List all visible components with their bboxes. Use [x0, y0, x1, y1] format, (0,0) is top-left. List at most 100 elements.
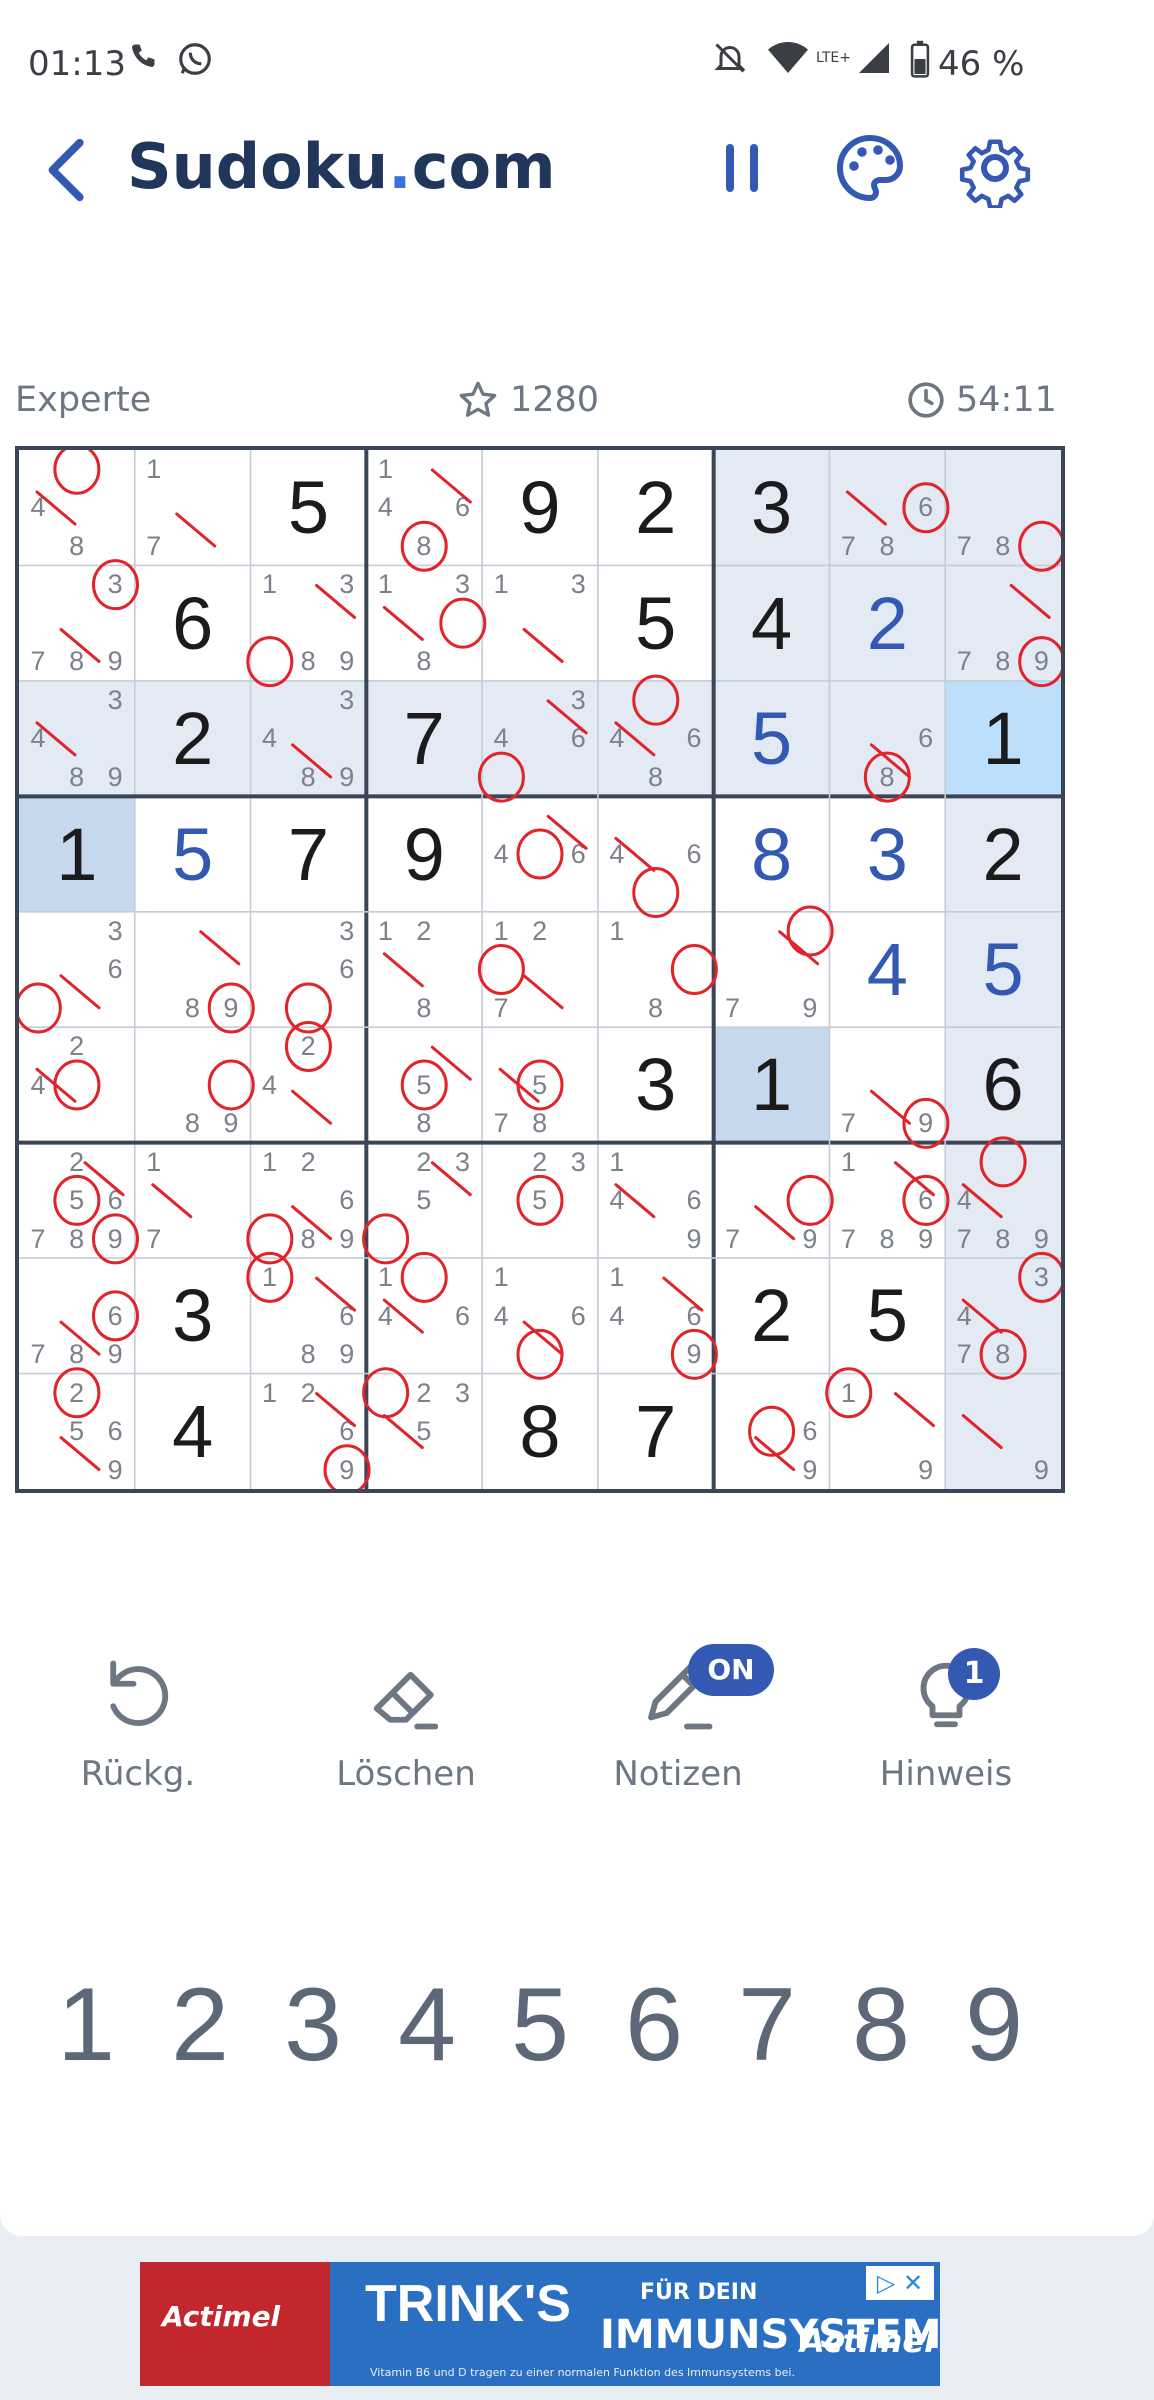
cell-r3-c1[interactable]: 3 489: [19, 680, 135, 797]
cell-r1-c9[interactable]: 78: [945, 450, 1061, 566]
cell-r7-c6[interactable]: 1 4 6 9: [598, 1143, 714, 1258]
cell-r9-c2[interactable]: 4: [135, 1374, 251, 1489]
cell-r5-c2[interactable]: 89: [135, 912, 251, 1027]
cell-r8-c9[interactable]: 3 4 78: [945, 1258, 1061, 1374]
cell-r9-c5[interactable]: 8: [482, 1374, 598, 1489]
cell-r8-c2[interactable]: 3: [135, 1258, 251, 1373]
cell-r1-c3[interactable]: 5: [251, 450, 367, 565]
key-4[interactable]: 4: [377, 1960, 477, 2090]
cell-r4-c2[interactable]: 5: [135, 796, 251, 911]
cell-r2-c6[interactable]: 5: [598, 565, 714, 680]
cell-r8-c6[interactable]: 1 4 6 9: [598, 1258, 714, 1373]
cell-r3-c8[interactable]: 68: [829, 680, 946, 797]
cell-r3-c5[interactable]: 3 4 6: [482, 680, 598, 797]
cell-r6-c3[interactable]: 24: [251, 1027, 367, 1142]
cell-r5-c3[interactable]: 36: [251, 912, 367, 1027]
cell-r9-c9[interactable]: 9: [945, 1373, 1061, 1489]
cell-r3-c2[interactable]: 2: [134, 680, 251, 797]
cell-r5-c9[interactable]: 5: [945, 911, 1061, 1028]
cell-r8-c8[interactable]: 5: [829, 1258, 945, 1373]
cell-r1-c8[interactable]: 6 78: [829, 450, 946, 566]
cell-r4-c1[interactable]: 1: [19, 796, 135, 912]
cell-r9-c1[interactable]: 2 56 9: [19, 1374, 135, 1489]
cell-r6-c1[interactable]: 24: [19, 1027, 135, 1142]
key-7[interactable]: 7: [717, 1960, 817, 2090]
cell-r4-c5[interactable]: 46: [482, 796, 598, 911]
cell-r2-c9[interactable]: 789: [945, 565, 1061, 681]
cell-r3-c7[interactable]: 5: [713, 680, 830, 797]
cell-r4-c3[interactable]: 7: [251, 796, 367, 911]
cell-r5-c5[interactable]: 12 7: [482, 912, 598, 1027]
cell-r7-c1[interactable]: 2 56 789: [19, 1143, 135, 1258]
cell-r2-c7[interactable]: 4: [713, 565, 830, 681]
ad-banner[interactable]: Actimel TRINK'S FÜR DEIN IMMUNSYSTEM Act…: [140, 2262, 940, 2386]
cell-r8-c4[interactable]: 1 4 6: [366, 1258, 482, 1373]
cell-r2-c4[interactable]: 1 3 8: [366, 565, 482, 680]
cell-r3-c6[interactable]: 4 68: [597, 680, 714, 797]
cell-r9-c3[interactable]: 126 9: [251, 1374, 367, 1489]
cell-r2-c1[interactable]: 3 789: [19, 565, 135, 680]
pause-button[interactable]: [702, 128, 782, 208]
cell-r6-c9[interactable]: 6: [945, 1027, 1061, 1143]
cell-r7-c7[interactable]: 79: [714, 1143, 830, 1258]
erase-button[interactable]: Löschen: [306, 1650, 506, 1794]
key-2[interactable]: 2: [150, 1960, 250, 2090]
cell-r4-c6[interactable]: 46: [598, 796, 714, 911]
back-button[interactable]: [40, 135, 100, 205]
cell-r1-c4[interactable]: 1 4 68: [366, 450, 482, 565]
cell-r7-c5[interactable]: 235: [482, 1143, 598, 1258]
cell-r6-c8[interactable]: 79: [829, 1027, 945, 1142]
cell-r4-c8[interactable]: 3: [829, 796, 945, 911]
cell-r9-c8[interactable]: 19: [829, 1374, 945, 1489]
cell-r6-c4[interactable]: 58: [366, 1027, 482, 1142]
cell-r2-c5[interactable]: 13: [482, 565, 598, 680]
ad-close-button[interactable]: ▷ ✕: [866, 2266, 934, 2300]
cell-r5-c8[interactable]: 4: [829, 912, 945, 1027]
key-9[interactable]: 9: [944, 1960, 1044, 2090]
cell-r4-c7[interactable]: 8: [714, 796, 830, 911]
cell-r5-c1[interactable]: 36: [19, 912, 135, 1027]
cell-r3-c4[interactable]: 7: [366, 680, 483, 797]
key-6[interactable]: 6: [604, 1960, 704, 2090]
undo-button[interactable]: Rückg.: [38, 1650, 238, 1794]
cell-r1-c2[interactable]: 17: [135, 450, 251, 565]
cell-r1-c6[interactable]: 2: [598, 450, 714, 565]
cell-r9-c4[interactable]: 235: [366, 1374, 482, 1489]
cell-r6-c2[interactable]: 89: [135, 1027, 251, 1142]
cell-r3-c9[interactable]: 1: [945, 680, 1061, 797]
cell-r9-c7[interactable]: 69: [714, 1374, 830, 1489]
cell-r5-c7[interactable]: 79: [714, 912, 830, 1027]
key-8[interactable]: 8: [831, 1960, 931, 2090]
key-1[interactable]: 1: [36, 1960, 136, 2090]
cell-r1-c7[interactable]: 3: [713, 450, 830, 566]
cell-r6-c7[interactable]: 1: [713, 1027, 830, 1143]
cell-r5-c4[interactable]: 12 8: [366, 912, 482, 1027]
key-5[interactable]: 5: [490, 1960, 590, 2090]
cell-r7-c9[interactable]: 4 789: [945, 1142, 1061, 1259]
hint-button[interactable]: Hinweis: [846, 1650, 1046, 1794]
cell-r2-c2[interactable]: 6: [135, 565, 251, 680]
cell-r1-c5[interactable]: 9: [482, 450, 598, 565]
palette-button[interactable]: [830, 128, 910, 208]
candidate-note: 6: [107, 1185, 123, 1216]
cell-r4-c9[interactable]: 2: [945, 796, 1061, 912]
cell-r7-c8[interactable]: 1 6 789: [829, 1143, 945, 1258]
cell-r5-c6[interactable]: 18: [598, 912, 714, 1027]
cell-r2-c3[interactable]: 1 3 89: [251, 565, 367, 680]
cell-r3-c3[interactable]: 3 489: [250, 680, 367, 797]
cell-r1-c1[interactable]: 48: [19, 450, 135, 565]
cell-r6-c5[interactable]: 578: [482, 1027, 598, 1142]
cell-r8-c1[interactable]: 6 789: [19, 1258, 135, 1373]
cell-r6-c6[interactable]: 3: [598, 1027, 714, 1142]
cell-r8-c5[interactable]: 1 4 6: [482, 1258, 598, 1373]
cell-r4-c4[interactable]: 9: [366, 796, 482, 911]
cell-r8-c7[interactable]: 2: [714, 1258, 830, 1373]
cell-r7-c4[interactable]: 235: [366, 1143, 482, 1258]
cell-r7-c2[interactable]: 17: [135, 1143, 251, 1258]
cell-r7-c3[interactable]: 12689: [251, 1143, 367, 1258]
cell-r9-c6[interactable]: 7: [598, 1374, 714, 1489]
cell-r2-c8[interactable]: 2: [829, 565, 946, 681]
settings-button[interactable]: [955, 128, 1035, 210]
cell-r8-c3[interactable]: 1689: [251, 1258, 367, 1373]
key-3[interactable]: 3: [263, 1960, 363, 2090]
